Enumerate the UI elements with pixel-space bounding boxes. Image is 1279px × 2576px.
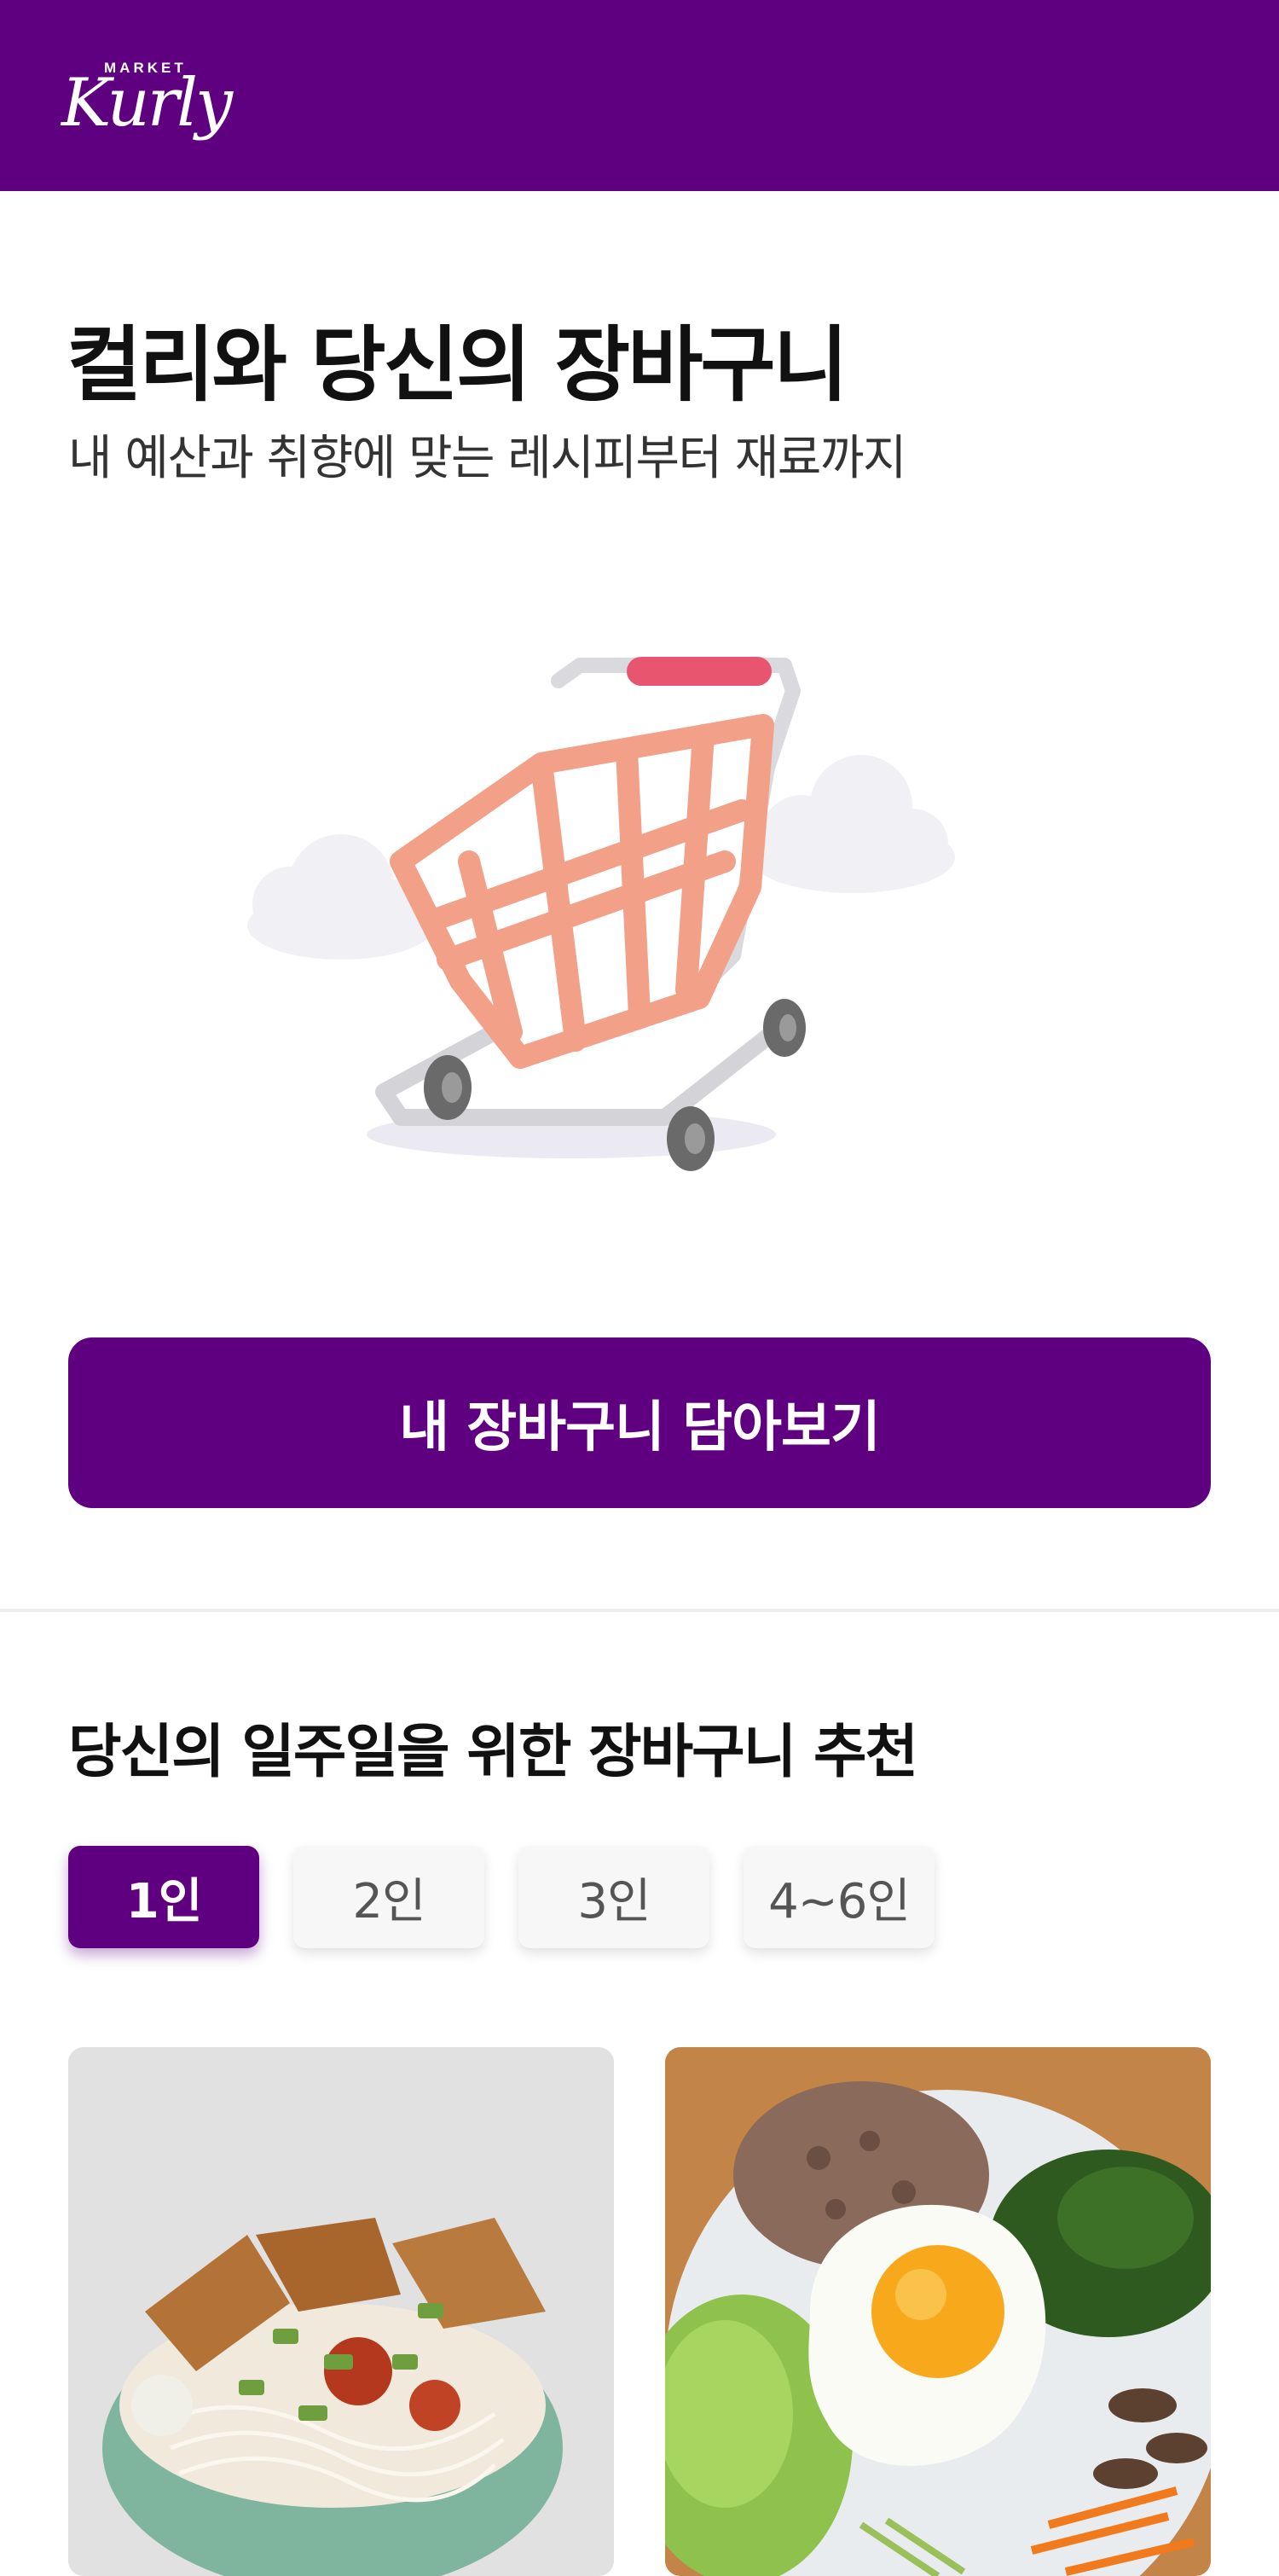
shopping-cart-illustration	[239, 631, 972, 1194]
recipe-card-noodle-bowl[interactable]	[68, 2047, 614, 2576]
bibimbap-image	[665, 2047, 1211, 2576]
tab-3-person[interactable]: 3인	[518, 1846, 709, 1948]
hero-title: 컬리와 당신의 장바구니	[67, 317, 848, 413]
recipe-card-bibimbap[interactable]	[665, 2047, 1211, 2576]
tab-1-person[interactable]: 1인	[68, 1846, 259, 1948]
recommend-section-title: 당신의 일주일을 위한 장바구니 추천	[68, 1719, 918, 1786]
top-header: MARKET Kurly	[0, 0, 1279, 191]
noodle-bowl-image	[68, 2047, 614, 2576]
market-kurly-logo[interactable]: MARKET Kurly	[61, 56, 233, 159]
section-divider	[0, 1609, 1279, 1612]
hero-subtitle: 내 예산과 취향에 맞는 레시피부터 재료까지	[68, 431, 906, 486]
tab-4-6-person[interactable]: 4~6인	[744, 1846, 935, 1948]
cloud-right-icon	[750, 755, 955, 893]
logo-kurly-text: Kurly	[61, 65, 233, 142]
add-my-cart-button[interactable]: 내 장바구니 담아보기	[68, 1337, 1211, 1508]
tab-2-person[interactable]: 2인	[293, 1846, 484, 1948]
